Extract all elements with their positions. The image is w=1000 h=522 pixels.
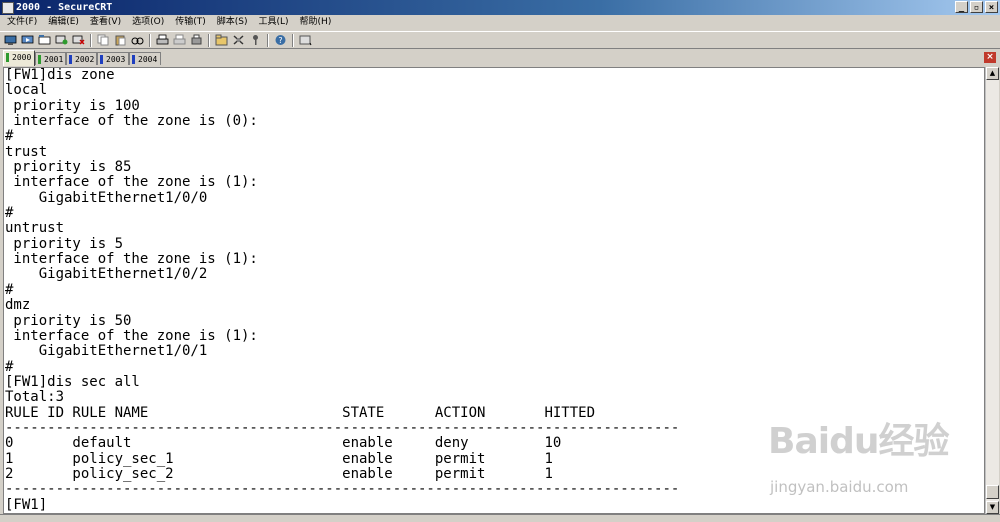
terminal-line: [FW1] (5, 496, 48, 513)
close-button[interactable]: × (985, 1, 998, 13)
tab-status-indicator (38, 55, 41, 64)
scroll-thumb[interactable] (986, 485, 999, 499)
svg-text:?: ? (278, 36, 282, 45)
menu-file[interactable]: 文件(F) (0, 15, 41, 30)
terminal-line: GigabitEthernet1/0/0 (5, 189, 208, 206)
terminal-line: priority is 85 (5, 159, 132, 176)
key-icon[interactable] (248, 34, 262, 47)
tab-2003[interactable]: 2003 (97, 52, 129, 65)
terminal-line: ----------------------------------------… (5, 419, 680, 436)
toolbar: ? (0, 31, 1000, 49)
tab-2001[interactable]: 2001 (35, 52, 66, 65)
terminal-line: [FW1]dis sec all (5, 373, 140, 390)
menu-help[interactable]: 帮助(H) (293, 15, 336, 30)
terminal-line: # (5, 205, 14, 222)
menu-transfer[interactable]: 传输(T) (168, 15, 210, 30)
tab-status-indicator (69, 55, 72, 64)
menu-script[interactable]: 脚本(S) (210, 15, 252, 30)
securecrt-app-icon[interactable] (2, 2, 14, 14)
terminal-line: # (5, 128, 14, 145)
terminal-line: 2 policy_sec_2 enable permit 1 (5, 465, 553, 482)
terminal-line: 0 default enable deny 10 (5, 435, 562, 452)
window-title: 2000 - SecureCRT (16, 2, 113, 13)
tab-status-indicator (132, 55, 135, 64)
terminal-line: untrust (5, 220, 65, 237)
terminal-text: [FW1]dis zone local priority is 100 inte… (5, 68, 679, 513)
restore-button[interactable]: ▫ (970, 1, 983, 13)
print-setup-icon[interactable] (172, 34, 186, 47)
terminal-line: RULE ID RULE NAME STATE ACTION HITTED (5, 404, 596, 421)
terminal-line: # (5, 281, 14, 298)
toolbar-separator (267, 33, 269, 47)
terminal-line: Total:3 (5, 389, 65, 406)
tab-2002[interactable]: 2002 (66, 52, 97, 65)
tab-label: 2001 (44, 55, 64, 64)
tab-label: 2002 (75, 55, 95, 64)
paste-icon[interactable] (113, 34, 127, 47)
vertical-scrollbar[interactable]: ▲ ▼ (985, 67, 999, 514)
toolbar-separator (208, 33, 210, 47)
terminal-line: priority is 100 (5, 97, 140, 114)
scroll-down-arrow[interactable]: ▼ (986, 501, 999, 514)
tab-status-indicator (6, 53, 9, 62)
tab-label: 2000 (12, 53, 32, 62)
terminal-line: ----------------------------------------… (5, 481, 680, 498)
title-bar: 2000 - SecureCRT _ ▫ × (0, 0, 1000, 15)
tab-2000[interactable]: 2000 (3, 50, 35, 66)
find-icon[interactable] (130, 34, 144, 47)
toolbar-separator (292, 33, 294, 47)
session-tab-bar: 2000 2001 2002 2003 2004 × (0, 50, 1000, 66)
connect-tab-icon[interactable] (37, 34, 51, 47)
close-tab-button[interactable]: × (984, 52, 996, 63)
terminal-line: interface of the zone is (1): (5, 251, 258, 268)
scroll-up-arrow[interactable]: ▲ (986, 67, 999, 80)
session-options-icon[interactable] (214, 34, 228, 47)
menu-view[interactable]: 查看(V) (83, 15, 125, 30)
copy-icon[interactable] (96, 34, 110, 47)
printer-icon[interactable] (189, 34, 203, 47)
window-controls: _ ▫ × (955, 1, 998, 13)
quick-connect-icon[interactable] (20, 34, 34, 47)
terminal-line: interface of the zone is (1): (5, 174, 258, 191)
tab-label: 2004 (138, 55, 158, 64)
terminal-line: GigabitEthernet1/0/1 (5, 343, 208, 360)
help-icon[interactable]: ? (273, 34, 287, 47)
tab-status-indicator (100, 55, 103, 64)
terminal-output[interactable]: [FW1]dis zone local priority is 100 inte… (3, 67, 985, 514)
terminal-line: priority is 50 (5, 312, 132, 329)
disconnect-icon[interactable] (71, 34, 85, 47)
global-options-icon[interactable] (231, 34, 245, 47)
tab-label: 2003 (106, 55, 126, 64)
menu-edit[interactable]: 编辑(E) (41, 15, 83, 30)
terminal-line: interface of the zone is (0): (5, 113, 258, 130)
menu-bar: 文件(F) 编辑(E) 查看(V) 选项(O) 传输(T) 脚本(S) 工具(L… (0, 15, 1000, 30)
terminal-line: local (5, 82, 48, 99)
terminal-line: priority is 5 (5, 235, 124, 252)
terminal-line: # (5, 358, 14, 375)
reconnect-icon[interactable] (54, 34, 68, 47)
terminal-line: 1 policy_sec_1 enable permit 1 (5, 450, 553, 467)
terminal-line: trust (5, 143, 48, 160)
menu-tools[interactable]: 工具(L) (252, 15, 293, 30)
toolbar-separator (149, 33, 151, 47)
connect-icon[interactable] (3, 34, 17, 47)
terminal-line: interface of the zone is (1): (5, 327, 258, 344)
customize-toolbar-icon[interactable] (298, 34, 312, 47)
menu-options[interactable]: 选项(O) (125, 15, 168, 30)
toolbar-separator (90, 33, 92, 47)
print-icon[interactable] (155, 34, 169, 47)
terminal-line: GigabitEthernet1/0/2 (5, 266, 208, 283)
terminal-line: [FW1]dis zone (5, 67, 115, 83)
minimize-button[interactable]: _ (955, 1, 968, 13)
terminal-line: dmz (5, 297, 31, 314)
tab-2004[interactable]: 2004 (129, 52, 161, 65)
